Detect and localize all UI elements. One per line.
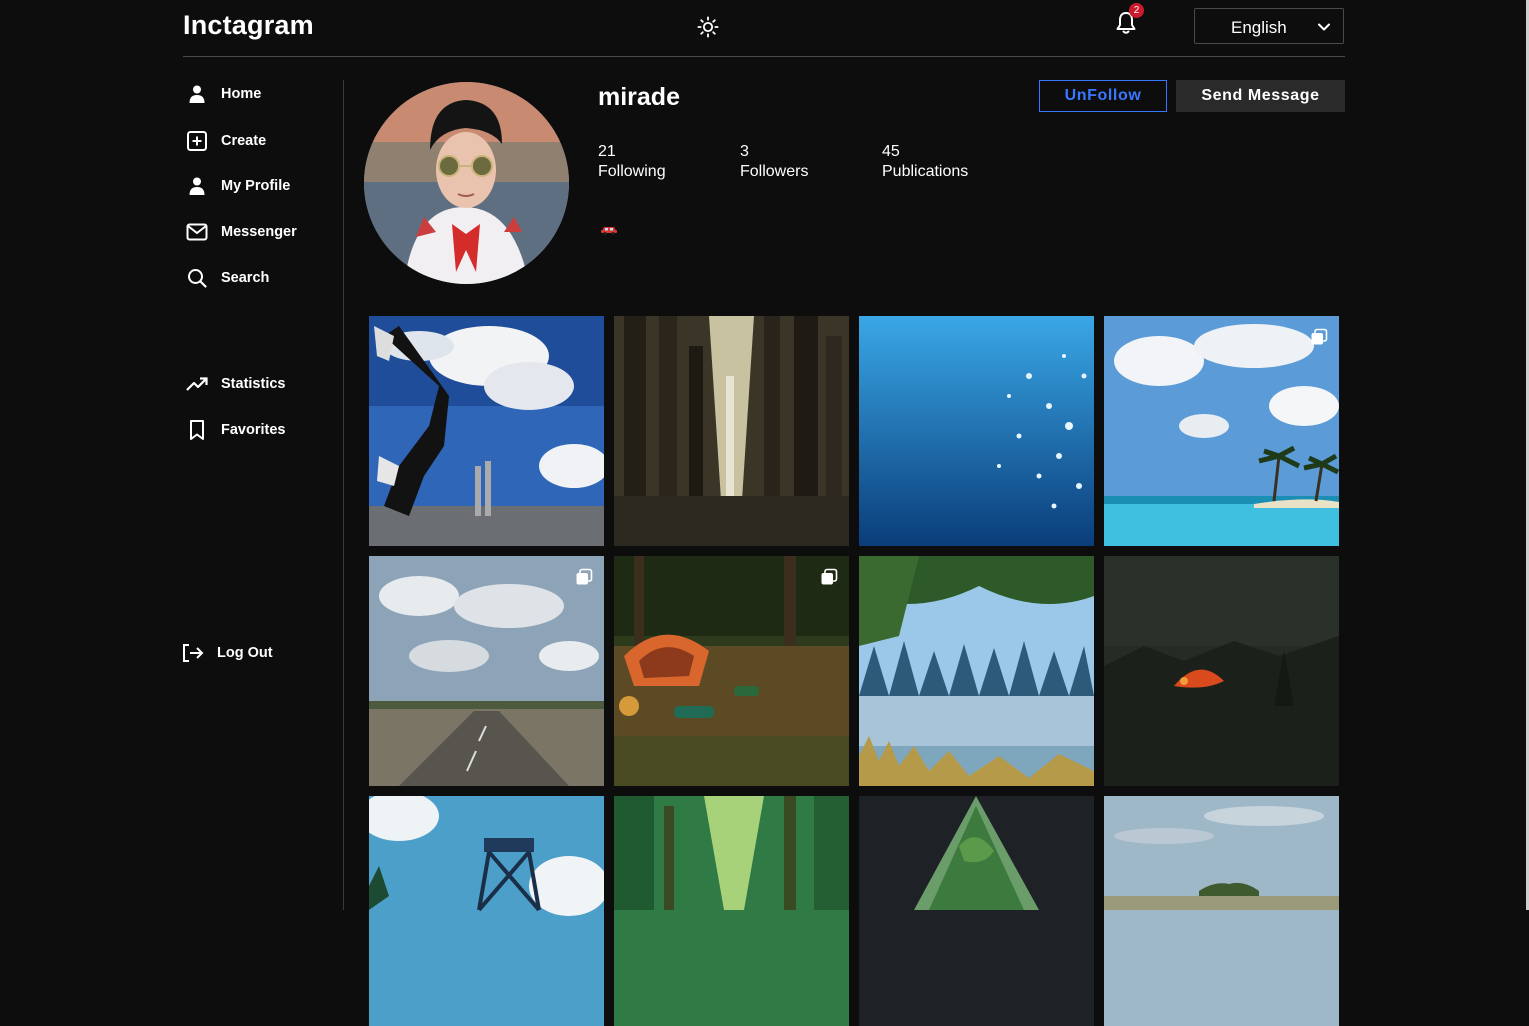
multiple-images-icon	[1311, 328, 1328, 345]
sidebar-item-label: Create	[221, 133, 267, 149]
post-thumbnail[interactable]	[859, 796, 1094, 1026]
app-logo[interactable]: Inctagram	[183, 10, 314, 41]
person-icon	[185, 174, 209, 198]
multiple-images-icon	[821, 568, 838, 585]
stat-label: Publications	[882, 163, 969, 180]
mail-icon	[185, 220, 209, 244]
stat-label: Following	[598, 163, 666, 180]
post-thumbnail[interactable]	[369, 796, 604, 1026]
sidebar-item-statistics[interactable]: Statistics	[183, 370, 285, 398]
post-thumbnail[interactable]	[369, 556, 604, 786]
stat-followers[interactable]: 3 Followers	[740, 142, 808, 182]
bookmark-icon	[185, 418, 209, 442]
stat-value: 45	[882, 143, 900, 160]
post-thumbnail[interactable]	[614, 556, 849, 786]
sun-icon[interactable]	[697, 16, 719, 38]
trending-up-icon	[185, 372, 209, 396]
notification-badge: 2	[1129, 3, 1144, 18]
sidebar-item-logout[interactable]: Log Out	[179, 639, 273, 667]
post-thumbnail[interactable]	[1104, 316, 1339, 546]
sidebar-item-label: My Profile	[221, 178, 291, 194]
sidebar-item-messenger[interactable]: Messenger	[183, 218, 297, 246]
sidebar-item-create[interactable]: Create	[183, 127, 266, 155]
language-selected-label: English	[1231, 18, 1287, 37]
sidebar-item-my-profile[interactable]: My Profile	[183, 172, 290, 200]
stat-publications: 45 Publications	[882, 142, 968, 182]
sidebar-item-home[interactable]: Home	[183, 80, 261, 108]
profile-avatar	[364, 82, 569, 284]
multiple-images-icon	[576, 568, 593, 585]
profile-username: mirade	[598, 83, 680, 111]
post-thumbnail[interactable]	[614, 316, 849, 546]
language-select[interactable]: English	[1194, 8, 1344, 44]
unfollow-button[interactable]: UnFollow	[1039, 80, 1167, 112]
stat-following[interactable]: 21 Following	[598, 142, 666, 182]
post-thumbnail[interactable]	[1104, 556, 1339, 786]
sidebar-item-label: Home	[221, 86, 262, 102]
post-thumbnail[interactable]	[859, 556, 1094, 786]
sidebar-item-label: Favorites	[221, 422, 286, 438]
stat-value: 3	[740, 143, 749, 160]
stat-label: Followers	[740, 163, 809, 180]
send-message-button[interactable]: Send Message	[1176, 80, 1345, 112]
post-thumbnail[interactable]	[1104, 796, 1339, 1026]
sidebar: Home Create My Profile Messenger Search …	[183, 80, 344, 910]
sidebar-item-search[interactable]: Search	[183, 264, 269, 292]
sidebar-item-label: Search	[221, 270, 270, 286]
plus-square-icon	[185, 129, 209, 153]
logout-icon	[181, 641, 205, 665]
sidebar-item-favorites[interactable]: Favorites	[183, 416, 285, 444]
post-thumbnail[interactable]	[614, 796, 849, 1026]
stat-value: 21	[598, 143, 616, 160]
post-thumbnail[interactable]	[859, 316, 1094, 546]
top-header: Inctagram 2 English	[183, 0, 1345, 57]
car-emoji	[601, 227, 617, 235]
chevron-down-icon	[1318, 23, 1330, 31]
sidebar-item-label: Statistics	[221, 376, 286, 392]
search-icon	[185, 266, 209, 290]
sidebar-item-label: Messenger	[221, 224, 297, 240]
person-icon	[185, 82, 209, 106]
sidebar-item-label: Log Out	[217, 645, 273, 661]
post-thumbnail[interactable]	[369, 316, 604, 546]
